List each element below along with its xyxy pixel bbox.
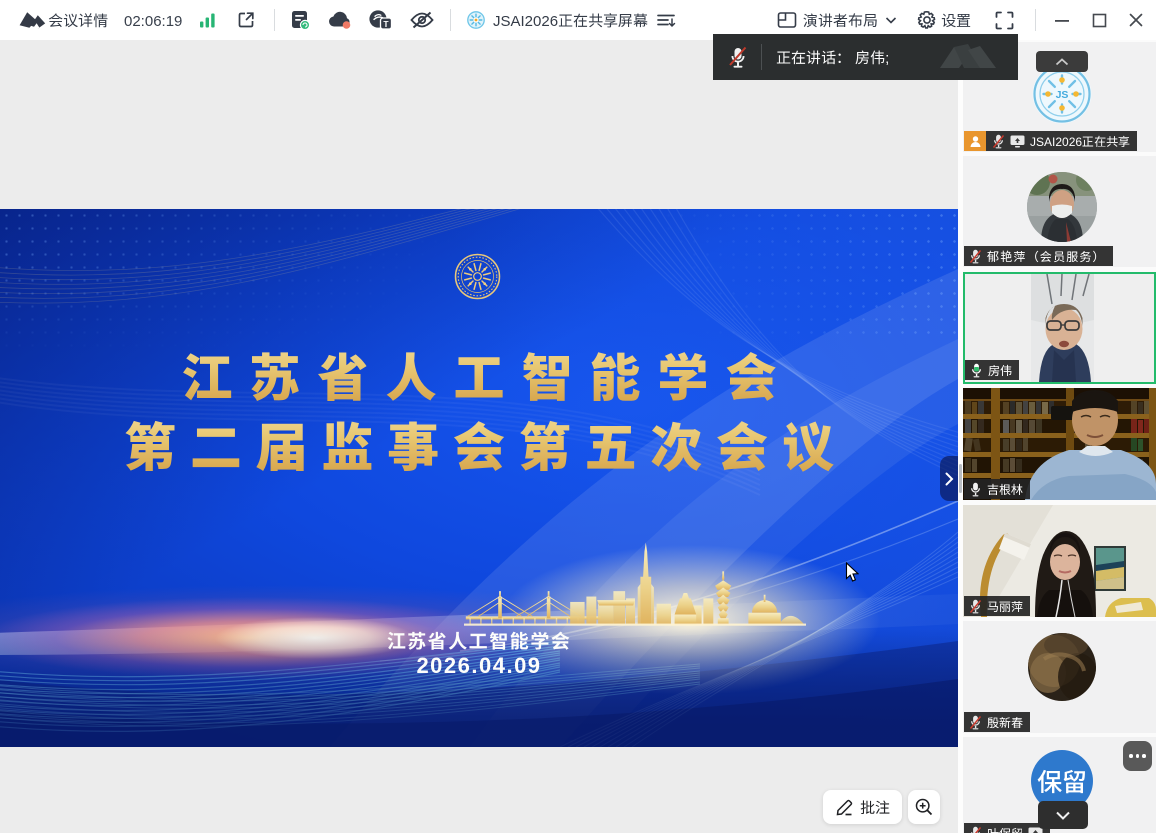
svg-text:T: T [383, 19, 389, 29]
svg-text:JS: JS [1056, 89, 1069, 101]
